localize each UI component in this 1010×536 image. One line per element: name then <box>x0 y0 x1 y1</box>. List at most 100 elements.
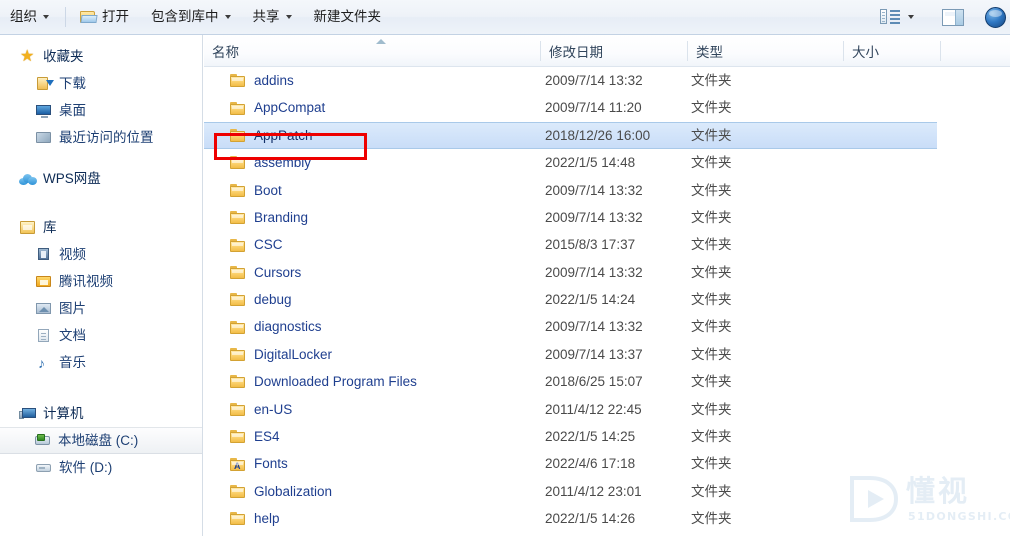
column-divider-4[interactable] <box>940 41 941 61</box>
table-row[interactable]: en-US 2011/4/12 22:45 文件夹 <box>204 396 1010 423</box>
table-row[interactable]: AppPatch 2018/12/26 16:00 文件夹 <box>204 121 1010 150</box>
table-row[interactable]: diagnostics 2009/7/14 13:32 文件夹 <box>204 314 1010 341</box>
folder-icon <box>230 211 246 225</box>
cell-date-modified: 2009/7/14 13:32 <box>545 182 643 198</box>
sidebar-item-label: 音乐 <box>59 354 86 370</box>
file-name-label: AppPatch <box>254 127 313 143</box>
column-header-row: 名称 修改日期 类型 大小 <box>204 35 1010 67</box>
cell-name: Boot <box>230 183 282 198</box>
folder-icon <box>230 293 246 307</box>
folder-icon <box>230 375 246 389</box>
fonts-folder-icon <box>230 457 246 471</box>
cell-type: 文件夹 <box>691 155 732 171</box>
sidebar-item-label: 文档 <box>59 327 86 343</box>
cell-name: debug <box>230 293 292 307</box>
cell-type: 文件夹 <box>691 374 732 390</box>
column-header-size[interactable]: 大小 <box>844 35 940 67</box>
table-row[interactable]: Globalization 2011/4/12 23:01 文件夹 <box>204 478 1010 505</box>
sidebar-group-libraries[interactable]: 库 <box>0 214 202 241</box>
sidebar-item-tencent-video[interactable]: 腾讯视频 <box>0 268 202 295</box>
cell-date-modified: 2009/7/14 13:32 <box>545 264 643 280</box>
computer-icon <box>19 406 37 422</box>
share-button[interactable]: 共享 <box>243 4 302 30</box>
sidebar-item-recent-places[interactable]: 最近访问的位置 <box>0 124 202 151</box>
tencent-video-icon <box>35 274 53 290</box>
help-icon[interactable] <box>985 6 1006 28</box>
sidebar-item-label: 下载 <box>59 75 86 91</box>
new-folder-button[interactable]: 新建文件夹 <box>304 4 392 30</box>
file-name-label: Downloaded Program Files <box>254 374 417 390</box>
command-bar: 组织 打开 包含到库中 共享 新建文件夹 <box>0 0 1010 35</box>
cell-type: 文件夹 <box>691 456 732 472</box>
change-view-button[interactable] <box>870 4 924 30</box>
file-name-label: en-US <box>254 401 293 417</box>
sidebar-item-drive-d[interactable]: 软件 (D:) <box>0 454 202 481</box>
sidebar-group-computer[interactable]: 计算机 <box>0 400 202 427</box>
table-row[interactable]: Boot 2009/7/14 13:32 文件夹 <box>204 177 1010 204</box>
cell-name: assembly <box>230 156 311 170</box>
sidebar-item-local-disk-c[interactable]: 本地磁盘 (C:) <box>0 427 202 454</box>
file-name-label: Cursors <box>254 264 302 280</box>
table-row[interactable]: addins 2009/7/14 13:32 文件夹 <box>204 67 1010 94</box>
cell-date-modified: 2009/7/14 11:20 <box>545 100 642 116</box>
sidebar-item-label: 图片 <box>59 300 86 316</box>
table-row[interactable]: Cursors 2009/7/14 13:32 文件夹 <box>204 259 1010 286</box>
cell-date-modified: 2011/4/12 22:45 <box>545 401 642 417</box>
column-header-label: 类型 <box>696 45 723 60</box>
sidebar-item-music[interactable]: 音乐 <box>0 349 202 376</box>
table-row[interactable]: Fonts 2022/4/6 17:18 文件夹 <box>204 450 1010 477</box>
cell-type: 文件夹 <box>691 319 732 335</box>
open-button[interactable]: 打开 <box>70 4 139 30</box>
column-header-label: 修改日期 <box>549 45 603 60</box>
column-header-date-modified[interactable]: 修改日期 <box>541 35 687 67</box>
chevron-down-icon <box>224 15 231 19</box>
sidebar-group-wps-cloud[interactable]: WPS网盘 <box>0 165 202 192</box>
cell-date-modified: 2022/1/5 14:24 <box>545 292 636 308</box>
column-header-name[interactable]: 名称 <box>204 35 540 67</box>
cell-type: 文件夹 <box>691 100 732 116</box>
preview-pane-icon <box>942 8 964 26</box>
table-row[interactable]: assembly 2022/1/5 14:48 文件夹 <box>204 149 1010 176</box>
file-name-label: diagnostics <box>254 319 322 335</box>
folder-icon <box>230 430 246 444</box>
file-name-label: AppCompat <box>254 100 326 116</box>
sidebar-group-label: 收藏夹 <box>43 48 84 64</box>
column-header-type[interactable]: 类型 <box>688 35 843 67</box>
table-row[interactable]: CSC 2015/8/3 17:37 文件夹 <box>204 231 1010 258</box>
sidebar-item-documents[interactable]: 文档 <box>0 322 202 349</box>
folder-icon <box>230 128 246 142</box>
cell-name: en-US <box>230 403 292 417</box>
sidebar-group-label: 库 <box>43 219 57 235</box>
table-row[interactable]: DigitalLocker 2009/7/14 13:37 文件夹 <box>204 341 1010 368</box>
preview-pane-button[interactable] <box>926 4 974 30</box>
cell-name: Downloaded Program Files <box>230 375 417 389</box>
cell-type: 文件夹 <box>691 511 732 527</box>
cell-date-modified: 2022/1/5 14:26 <box>545 511 636 527</box>
cell-name: Globalization <box>230 485 332 499</box>
table-row[interactable]: AppCompat 2009/7/14 11:20 文件夹 <box>204 94 1010 121</box>
sidebar-item-videos[interactable]: 视频 <box>0 241 202 268</box>
cell-name: Cursors <box>230 266 301 280</box>
organize-button[interactable]: 组织 <box>0 4 59 30</box>
sidebar-group-favorites[interactable]: 收藏夹 <box>0 43 202 70</box>
sidebar-item-desktop[interactable]: 桌面 <box>0 97 202 124</box>
cell-date-modified: 2009/7/14 13:32 <box>545 209 643 225</box>
navigation-pane[interactable]: 收藏夹 下载 桌面 最近访问的位置 WPS网盘 库 视频 腾讯视频 图片 文档 … <box>0 35 203 536</box>
table-row[interactable]: ES4 2022/1/5 14:25 文件夹 <box>204 423 1010 450</box>
sidebar-item-pictures[interactable]: 图片 <box>0 295 202 322</box>
file-name-label: addins <box>254 72 294 88</box>
organize-label: 组织 <box>10 9 37 25</box>
include-in-library-button[interactable]: 包含到库中 <box>141 4 241 30</box>
table-row[interactable]: help 2022/1/5 14:26 文件夹 <box>204 505 1010 532</box>
share-label: 共享 <box>252 9 280 25</box>
file-name-label: ES4 <box>254 429 280 445</box>
file-name-label: Fonts <box>254 456 288 472</box>
sidebar-item-downloads[interactable]: 下载 <box>0 70 202 97</box>
sidebar-group-label: WPS网盘 <box>43 170 101 186</box>
drive-d-icon <box>35 460 53 476</box>
file-name-label: debug <box>254 292 292 308</box>
table-row[interactable]: Branding 2009/7/14 13:32 文件夹 <box>204 204 1010 231</box>
table-row[interactable]: Downloaded Program Files 2018/6/25 15:07 文… <box>204 368 1010 395</box>
table-row[interactable]: debug 2022/1/5 14:24 文件夹 <box>204 286 1010 313</box>
